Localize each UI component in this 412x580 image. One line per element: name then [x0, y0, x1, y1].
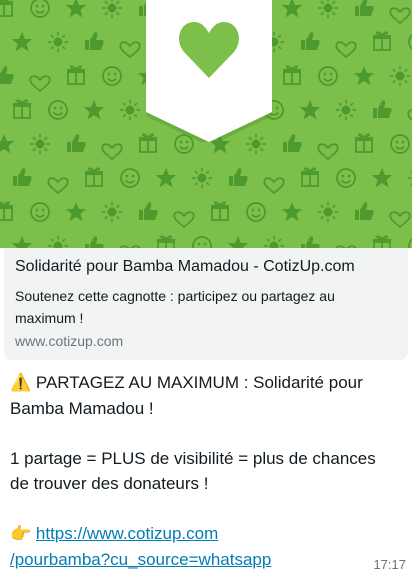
heart-icon: [173, 211, 195, 228]
cotizup-link[interactable]: https://www.cotizup.com: [36, 524, 218, 543]
heart-icon: [101, 143, 123, 160]
star-icon: [12, 32, 32, 52]
thumbs-up-icon: [229, 168, 248, 186]
message-link-line-2: /pourbamba?cu_source=whatsapp: [10, 547, 402, 572]
sun-icon: [101, 0, 123, 19]
heart-icon: [317, 143, 339, 160]
warning-icon: ⚠️: [10, 373, 32, 393]
smiley-icon: [192, 236, 212, 248]
smiley-icon: [390, 134, 410, 154]
link-preview-title: Solidarité pour Bamba Mamadou - CotizUp.…: [15, 258, 355, 275]
sun-icon: [263, 235, 285, 248]
thumbs-up-icon: [139, 202, 158, 220]
star-icon: [228, 236, 248, 248]
star-icon: [12, 236, 32, 248]
gift-icon: [282, 65, 302, 85]
sun-icon: [317, 201, 339, 223]
sun-icon: [191, 167, 213, 189]
message-line-1: ⚠️ PARTAGEZ AU MAXIMUM : Solidarité pour: [10, 373, 363, 393]
pointing-hand-icon: 👉: [10, 524, 32, 544]
star-icon: [66, 0, 86, 18]
message-link-line-1: 👉 https://www.cotizup.com: [10, 521, 402, 547]
smiley-icon: [102, 66, 122, 86]
gift-icon: [156, 235, 176, 248]
smiley-icon: [48, 100, 68, 120]
star-icon: [282, 202, 302, 222]
smiley-icon: [30, 0, 50, 18]
message-line-3: 1 partage = PLUS de visibilité = plus de…: [10, 449, 376, 468]
smiley-icon: [318, 66, 338, 86]
thumbs-up-icon: [0, 66, 14, 84]
gift-icon: [372, 31, 392, 51]
message-spacer: [10, 496, 402, 521]
sun-icon: [29, 133, 51, 155]
thumbs-up-icon: [85, 32, 104, 50]
message-line-2: Bamba Mamadou !: [10, 399, 154, 418]
heart-icon: [47, 177, 69, 194]
cotizup-link-continued[interactable]: /pourbamba?cu_source=whatsapp: [10, 550, 271, 569]
gift-icon: [66, 65, 86, 85]
sun-icon: [119, 99, 141, 121]
link-preview-domain: www.cotizup.com: [15, 333, 124, 349]
gift-icon: [210, 201, 230, 221]
sun-icon: [101, 201, 123, 223]
smiley-icon: [336, 168, 356, 188]
gift-icon: [372, 235, 392, 248]
smiley-icon: [120, 168, 140, 188]
link-preview-description: Soutenez cette cagnotte : participez ou …: [15, 288, 335, 326]
heart-icon: [29, 75, 51, 92]
heart-icon: [119, 41, 141, 58]
star-icon: [354, 66, 374, 86]
sun-icon: [389, 65, 411, 87]
thumbs-up-icon: [301, 236, 320, 248]
cotizup-logo-badge: [146, 0, 272, 142]
heart-icon: [335, 41, 357, 58]
link-preview-card[interactable]: Solidarité pour Bamba Mamadou - CotizUp.…: [4, 248, 408, 360]
message-spacer: [10, 421, 402, 446]
thumbs-up-icon: [283, 134, 302, 152]
smiley-icon: [246, 202, 266, 222]
heart-icon: [263, 177, 285, 194]
star-icon: [84, 100, 104, 120]
gift-icon: [354, 133, 374, 153]
gift-icon: [12, 99, 32, 119]
message-line-4: de trouver des donateurs !: [10, 474, 209, 493]
star-icon: [0, 134, 14, 154]
star-icon: [300, 100, 320, 120]
gift-icon: [0, 201, 14, 221]
gift-icon: [300, 167, 320, 187]
sun-icon: [47, 31, 69, 53]
thumbs-up-icon: [85, 236, 104, 248]
heart-icon: [389, 211, 411, 228]
sun-icon: [47, 235, 69, 248]
star-icon: [156, 168, 176, 188]
thumbs-up-icon: [67, 134, 86, 152]
star-icon: [66, 202, 86, 222]
thumbs-up-icon: [13, 168, 32, 186]
thumbs-up-icon: [373, 100, 392, 118]
heart-icon: [389, 7, 411, 24]
heart-icon: [407, 109, 412, 126]
message-bubble: Solidarité pour Bamba Mamadou - CotizUp.…: [0, 0, 412, 580]
gift-icon: [84, 167, 104, 187]
thumbs-up-icon: [301, 32, 320, 50]
smiley-icon: [30, 202, 50, 222]
message-timestamp: 17:17: [373, 557, 406, 572]
star-icon: [282, 0, 302, 18]
sun-icon: [407, 167, 412, 189]
thumbs-up-icon: [355, 202, 374, 220]
gift-icon: [0, 0, 14, 17]
sun-icon: [317, 0, 339, 19]
message-text: ⚠️ PARTAGEZ AU MAXIMUM : Solidarité pour…: [10, 370, 402, 572]
thumbs-up-icon: [355, 0, 374, 16]
sun-icon: [335, 99, 357, 121]
star-icon: [372, 168, 392, 188]
link-preview-image[interactable]: [0, 0, 412, 248]
